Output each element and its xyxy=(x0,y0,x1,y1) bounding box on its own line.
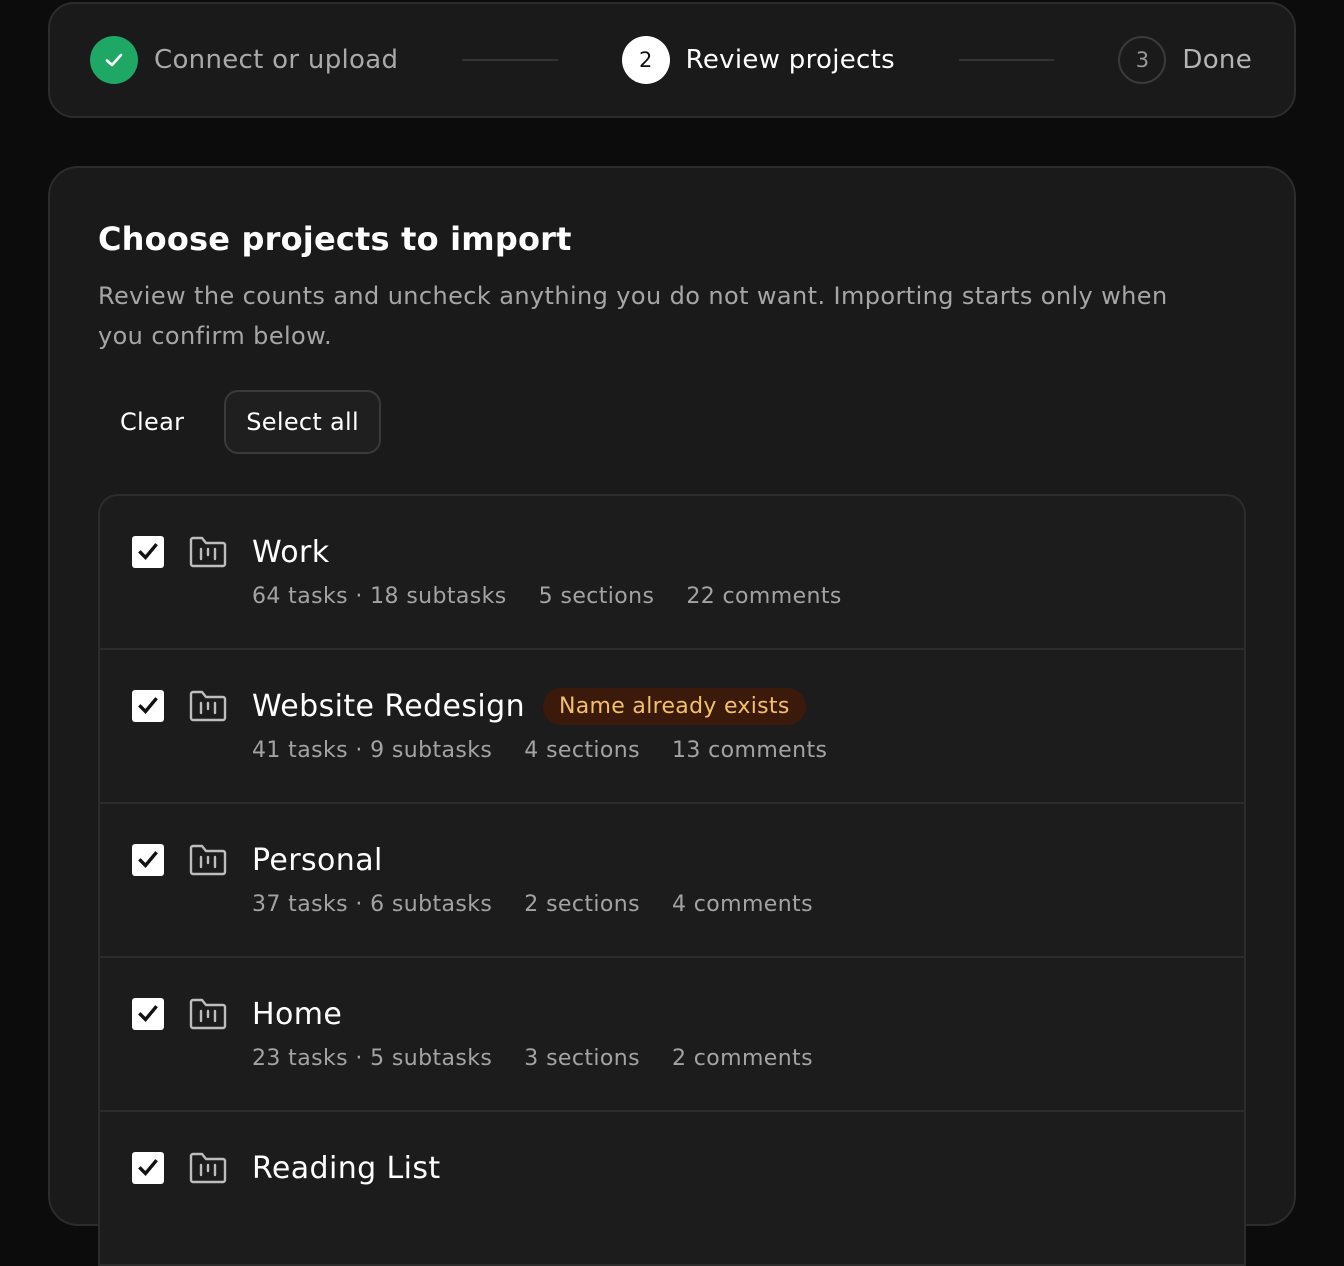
select-all-button[interactable]: Select all xyxy=(224,390,381,454)
project-counts: 37 tasks · 6 subtasks 2 sections 4 comme… xyxy=(252,892,813,917)
project-row-2[interactable]: Personal 37 tasks · 6 subtasks 2 section… xyxy=(100,804,1244,958)
project-comment-count: 4 comments xyxy=(671,892,813,917)
selection-actions: Clear Select all xyxy=(98,390,1246,454)
import-stepper: Connect or upload 2 Review projects 3 Do… xyxy=(48,2,1296,118)
project-info: Home 23 tasks · 5 subtasks 3 sections 2 … xyxy=(252,994,813,1072)
project-section-count: 2 sections xyxy=(524,892,640,917)
project-info: Reading List xyxy=(252,1148,441,1188)
page-description: Review the counts and uncheck anything y… xyxy=(98,282,1168,350)
project-section-count: 3 sections xyxy=(524,1046,640,1071)
project-section-count: 5 sections xyxy=(538,584,655,609)
project-counts: 23 tasks · 5 subtasks 3 sections 2 comme… xyxy=(252,1046,813,1071)
project-head: Website Redesign Name already exists xyxy=(252,686,827,726)
checkmark-icon xyxy=(138,1159,158,1177)
project-task-count: 23 tasks · 5 subtasks xyxy=(252,1046,493,1071)
project-comment-count: 13 comments xyxy=(671,738,828,763)
step-label: Review projects xyxy=(685,45,895,75)
project-comment-count: 22 comments xyxy=(686,584,842,609)
project-checkbox[interactable] xyxy=(132,1152,164,1184)
project-row-3[interactable]: Home 23 tasks · 5 subtasks 3 sections 2 … xyxy=(100,958,1244,1112)
project-name: Home xyxy=(252,996,343,1032)
project-head: Work xyxy=(252,532,842,572)
folder-board-icon xyxy=(189,844,227,876)
project-list: Work 64 tasks · 18 subtasks 5 sections 2… xyxy=(98,494,1246,1266)
project-name: Work xyxy=(252,534,330,570)
step-connect: Connect or upload xyxy=(90,36,398,84)
step-review: 2 Review projects xyxy=(621,36,895,84)
step-number: 2 xyxy=(621,36,670,84)
project-name: Personal xyxy=(252,842,383,878)
step-label: Done xyxy=(1182,45,1252,75)
project-checkbox[interactable] xyxy=(132,998,164,1030)
checkmark-icon xyxy=(138,1005,158,1023)
project-row-1[interactable]: Website Redesign Name already exists 41 … xyxy=(100,650,1244,804)
project-head: Reading List xyxy=(252,1148,441,1188)
step-done-check-icon xyxy=(90,36,138,84)
checkmark-icon xyxy=(138,851,158,869)
folder-board-icon xyxy=(189,536,227,568)
project-selection-card: Choose projects to import Review the cou… xyxy=(48,166,1296,1266)
project-head: Personal xyxy=(252,840,813,880)
folder-board-icon xyxy=(189,1152,227,1184)
step-connector xyxy=(462,59,558,61)
project-info: Website Redesign Name already exists 41 … xyxy=(252,686,827,763)
project-row-0[interactable]: Work 64 tasks · 18 subtasks 5 sections 2… xyxy=(100,496,1244,650)
project-comment-count: 2 comments xyxy=(671,1046,813,1071)
project-task-count: 37 tasks · 6 subtasks xyxy=(252,892,493,917)
project-info: Work 64 tasks · 18 subtasks 5 sections 2… xyxy=(252,532,842,610)
folder-board-icon xyxy=(189,998,227,1030)
step-label: Connect or upload xyxy=(154,45,399,75)
checkmark-icon xyxy=(138,697,158,715)
checkmark-icon xyxy=(138,543,158,561)
project-checkbox[interactable] xyxy=(132,844,164,876)
page-title: Choose projects to import xyxy=(98,220,572,258)
project-name: Website Redesign xyxy=(252,688,526,724)
folder-board-icon xyxy=(189,690,227,722)
duplicate-name-badge: Name already exists xyxy=(543,687,806,725)
project-checkbox[interactable] xyxy=(132,690,164,722)
project-task-count: 41 tasks · 9 subtasks xyxy=(252,738,493,763)
project-counts: 64 tasks · 18 subtasks 5 sections 22 com… xyxy=(252,584,842,609)
project-name: Reading List xyxy=(252,1150,441,1186)
project-task-count: 64 tasks · 18 subtasks xyxy=(252,584,507,609)
project-checkbox[interactable] xyxy=(132,536,164,568)
clear-button[interactable]: Clear xyxy=(98,390,206,454)
project-info: Personal 37 tasks · 6 subtasks 2 section… xyxy=(252,840,813,918)
project-section-count: 4 sections xyxy=(524,738,640,763)
step-connector xyxy=(959,59,1055,61)
check-icon xyxy=(105,53,123,67)
project-counts: 41 tasks · 9 subtasks 4 sections 13 comm… xyxy=(252,738,827,763)
project-head: Home xyxy=(252,994,813,1034)
step-number: 3 xyxy=(1118,36,1167,84)
project-row-4[interactable]: Reading List xyxy=(100,1112,1244,1266)
step-done: 3 Done xyxy=(1118,36,1252,84)
